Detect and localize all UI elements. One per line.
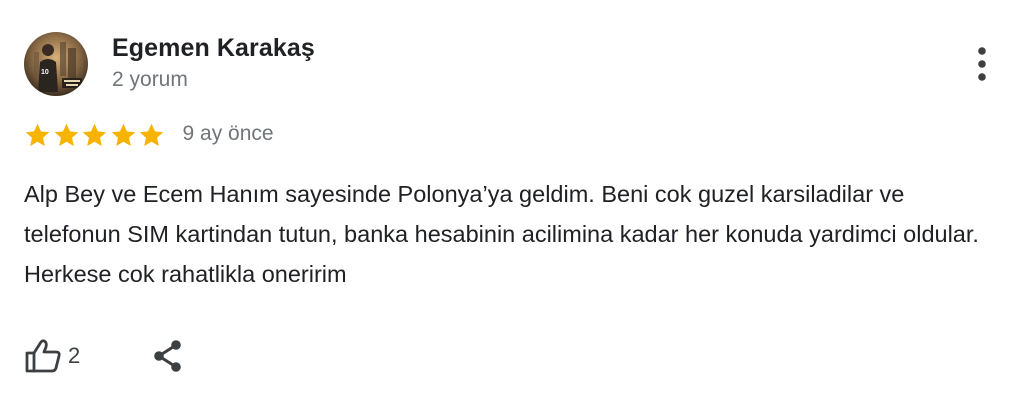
author-name[interactable]: Egemen Karakaş [112, 34, 315, 63]
svg-text:10: 10 [41, 69, 49, 76]
author-avatar[interactable]: 10 [24, 32, 88, 96]
avatar-photo-icon: 10 [24, 32, 88, 96]
more-options-button[interactable] [964, 44, 1000, 84]
rating-row: 9 ay önce [24, 120, 274, 150]
share-icon [154, 340, 182, 372]
thumbs-up-icon [25, 339, 61, 373]
star-icon [111, 123, 135, 146]
review-card: 10 Egemen Karakaş 2 yorum 9 ay önce Alp … [0, 0, 1028, 414]
review-date: 9 ay önce [182, 122, 274, 145]
star-rating [24, 120, 167, 150]
author-review-count: 2 yorum [112, 68, 188, 91]
like-button[interactable]: 2 [24, 334, 80, 378]
review-actions: 2 [24, 334, 186, 378]
star-icon [139, 123, 164, 146]
review-text: Alp Bey ve Ecem Hanım sayesinde Polonya’… [24, 181, 979, 287]
star-icon [25, 123, 50, 146]
share-button[interactable] [150, 334, 186, 378]
like-count: 2 [68, 343, 81, 368]
more-vert-icon [978, 47, 986, 81]
star-icon [82, 123, 107, 146]
star-icon [54, 123, 78, 146]
